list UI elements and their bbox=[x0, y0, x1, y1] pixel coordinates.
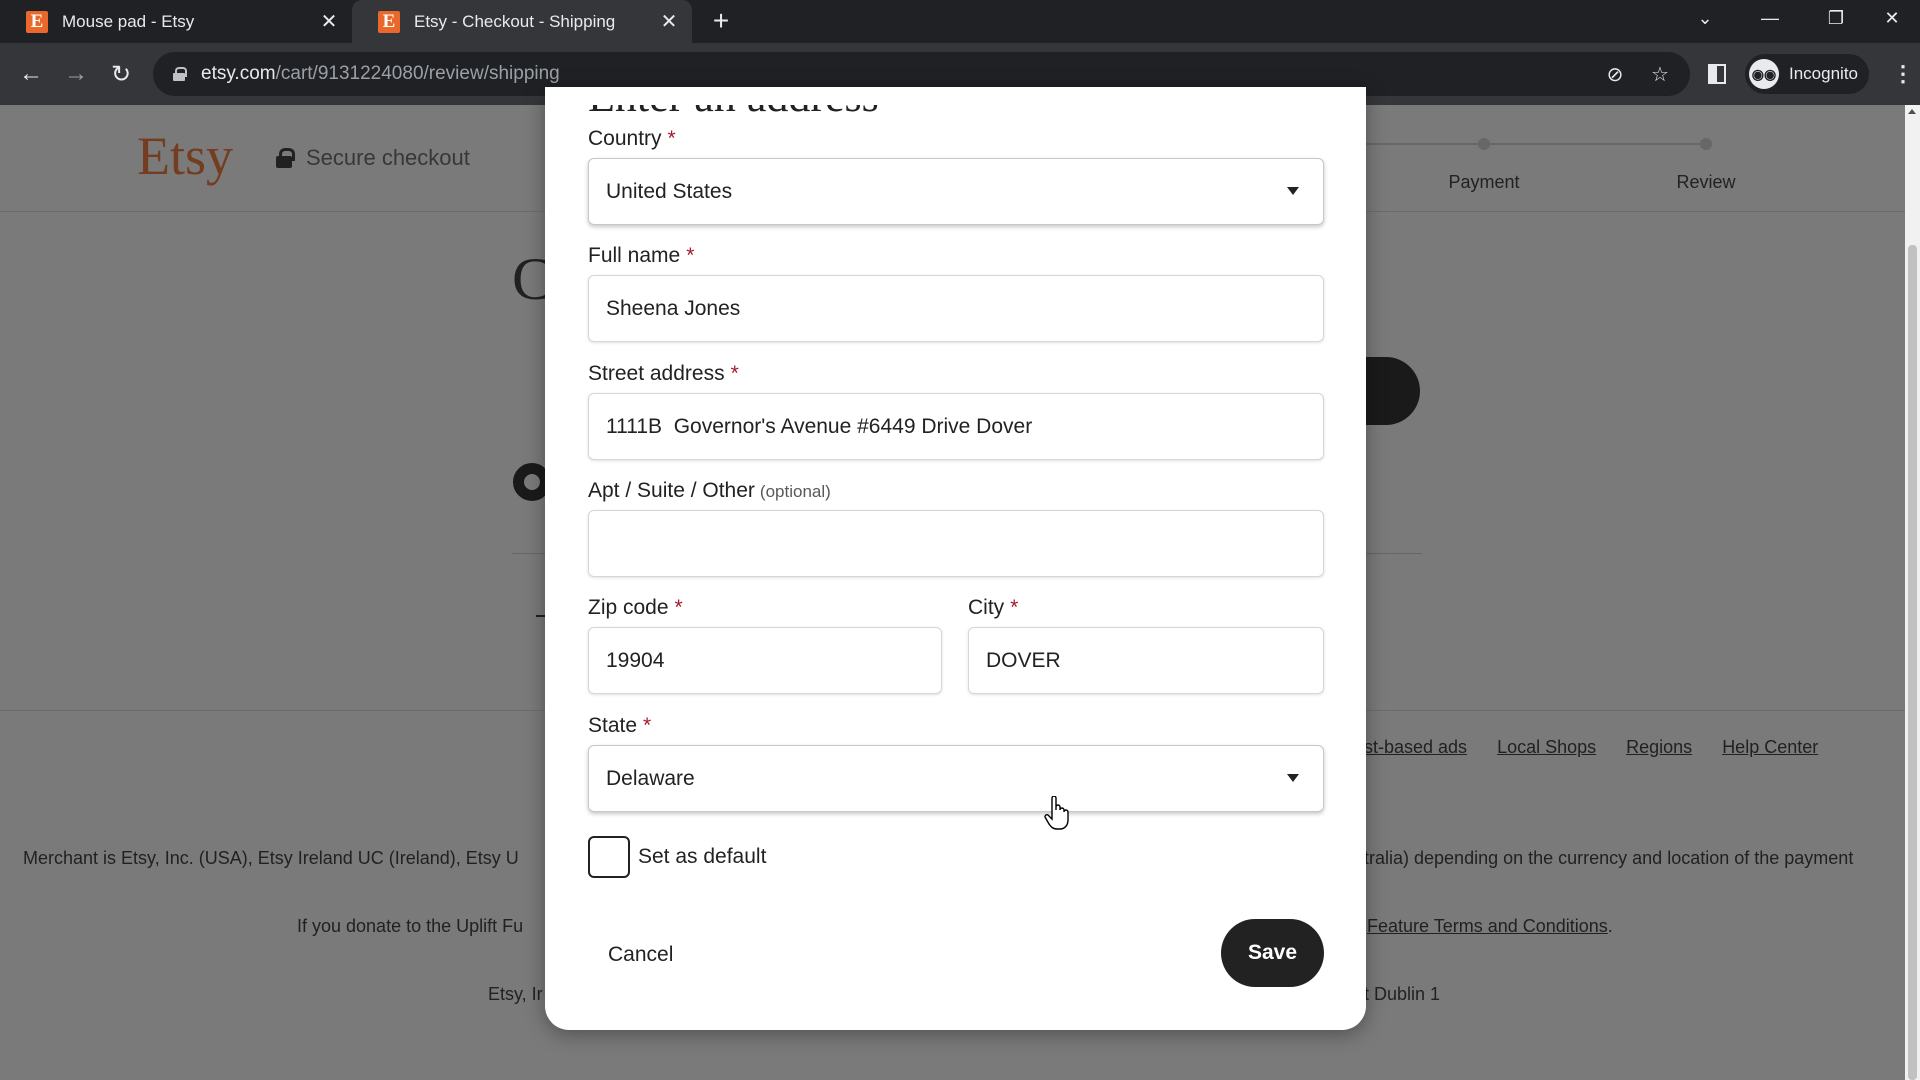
label-text: Zip code bbox=[588, 596, 669, 619]
state-label: State * bbox=[588, 714, 651, 738]
street-address-label: Street address * bbox=[588, 362, 739, 386]
city-label: City * bbox=[968, 596, 1018, 620]
label-text: City bbox=[968, 596, 1005, 619]
zip-value: 19904 bbox=[606, 648, 665, 672]
required-marker: * bbox=[674, 596, 683, 619]
restore-button[interactable]: ❐ bbox=[1808, 0, 1864, 36]
address-modal: Enter an address Country* United States … bbox=[545, 87, 1366, 1030]
required-marker: * bbox=[643, 714, 652, 737]
tab-title: Etsy - Checkout - Shipping bbox=[414, 11, 616, 31]
reload-button[interactable]: ↻ bbox=[106, 59, 136, 89]
city-value: DOVER bbox=[986, 648, 1061, 672]
label-text: Country bbox=[588, 127, 662, 150]
street-address-value: 1111B Governor's Avenue #6449 Drive Dove… bbox=[606, 414, 1033, 438]
bookmark-star-icon[interactable]: ☆ bbox=[1647, 61, 1673, 87]
city-input[interactable]: DOVER bbox=[968, 627, 1324, 694]
set-default-label[interactable]: Set as default bbox=[638, 845, 766, 869]
modal-content: Enter an address Country* United States … bbox=[545, 105, 1366, 1030]
browser-menu-icon[interactable]: ⋮ bbox=[1892, 61, 1914, 87]
label-text: State bbox=[588, 714, 638, 737]
state-value: Delaware bbox=[606, 766, 695, 790]
new-tab-button[interactable]: + bbox=[706, 5, 736, 36]
browser-tab-bar: E Mouse pad - Etsy ✕ E Etsy - Checkout -… bbox=[0, 0, 1920, 43]
back-button[interactable]: ← bbox=[16, 59, 46, 89]
optional-marker: (optional) bbox=[759, 482, 831, 501]
close-window-button[interactable]: ✕ bbox=[1864, 0, 1920, 36]
incognito-profile-button[interactable]: ◉◉ Incognito bbox=[1745, 54, 1869, 94]
hand-cursor-icon bbox=[1044, 796, 1069, 830]
apt-label: Apt / Suite / Other (optional) bbox=[588, 479, 831, 503]
page-scrollbar[interactable] bbox=[1905, 105, 1920, 1080]
etsy-favicon-icon: E bbox=[26, 10, 48, 33]
scroll-up-arrow-icon[interactable] bbox=[1908, 109, 1916, 114]
url-path: /cart/9131224080/review/shipping bbox=[275, 63, 560, 84]
side-panel-icon[interactable] bbox=[1708, 64, 1726, 84]
required-marker: * bbox=[1010, 596, 1019, 619]
cancel-button[interactable]: Cancel bbox=[600, 939, 681, 971]
label-text: Street address bbox=[588, 362, 725, 385]
full-name-label: Full name * bbox=[588, 244, 694, 268]
incognito-label: Incognito bbox=[1789, 64, 1858, 83]
zip-code-input[interactable]: 19904 bbox=[588, 627, 942, 694]
tab-mouse-pad[interactable]: E Mouse pad - Etsy ✕ bbox=[0, 0, 352, 43]
chevron-down-icon bbox=[1287, 187, 1299, 195]
tracking-protection-eye-off-icon[interactable]: ⊘ bbox=[1602, 61, 1628, 87]
url-host: etsy.com bbox=[201, 63, 276, 84]
label-text: Apt / Suite / Other bbox=[588, 479, 755, 502]
zip-code-label: Zip code * bbox=[588, 596, 683, 620]
forward-button[interactable]: → bbox=[61, 59, 91, 89]
required-marker: * bbox=[667, 127, 676, 150]
set-default-checkbox[interactable] bbox=[588, 836, 630, 878]
tab-title: Mouse pad - Etsy bbox=[62, 11, 195, 31]
tab-close-icon[interactable]: ✕ bbox=[318, 11, 340, 33]
country-value: United States bbox=[606, 179, 733, 203]
required-marker: * bbox=[730, 362, 739, 385]
etsy-favicon-icon: E bbox=[378, 10, 400, 33]
state-select[interactable]: Delaware bbox=[588, 745, 1324, 812]
scrollbar-thumb[interactable] bbox=[1908, 245, 1917, 1080]
label-text: Full name bbox=[588, 244, 681, 267]
lock-icon[interactable] bbox=[173, 67, 187, 81]
full-name-value: Sheena Jones bbox=[606, 296, 741, 320]
apt-suite-input[interactable] bbox=[588, 510, 1324, 577]
country-select[interactable]: United States bbox=[588, 158, 1324, 225]
full-name-input[interactable]: Sheena Jones bbox=[588, 275, 1324, 342]
minimize-button[interactable]: — bbox=[1742, 0, 1798, 36]
tab-close-icon[interactable]: ✕ bbox=[658, 11, 680, 33]
incognito-icon: ◉◉ bbox=[1749, 59, 1779, 89]
country-label: Country * bbox=[588, 127, 676, 151]
save-button[interactable]: Save bbox=[1221, 919, 1324, 987]
tab-checkout-shipping[interactable]: E Etsy - Checkout - Shipping ✕ bbox=[352, 0, 692, 43]
tab-search-icon[interactable]: ⌄ bbox=[1677, 0, 1733, 36]
street-address-input[interactable]: 1111B Governor's Avenue #6449 Drive Dove… bbox=[588, 393, 1324, 460]
chevron-down-icon bbox=[1287, 774, 1299, 782]
required-marker: * bbox=[686, 244, 695, 267]
modal-title: Enter an address bbox=[588, 105, 879, 122]
